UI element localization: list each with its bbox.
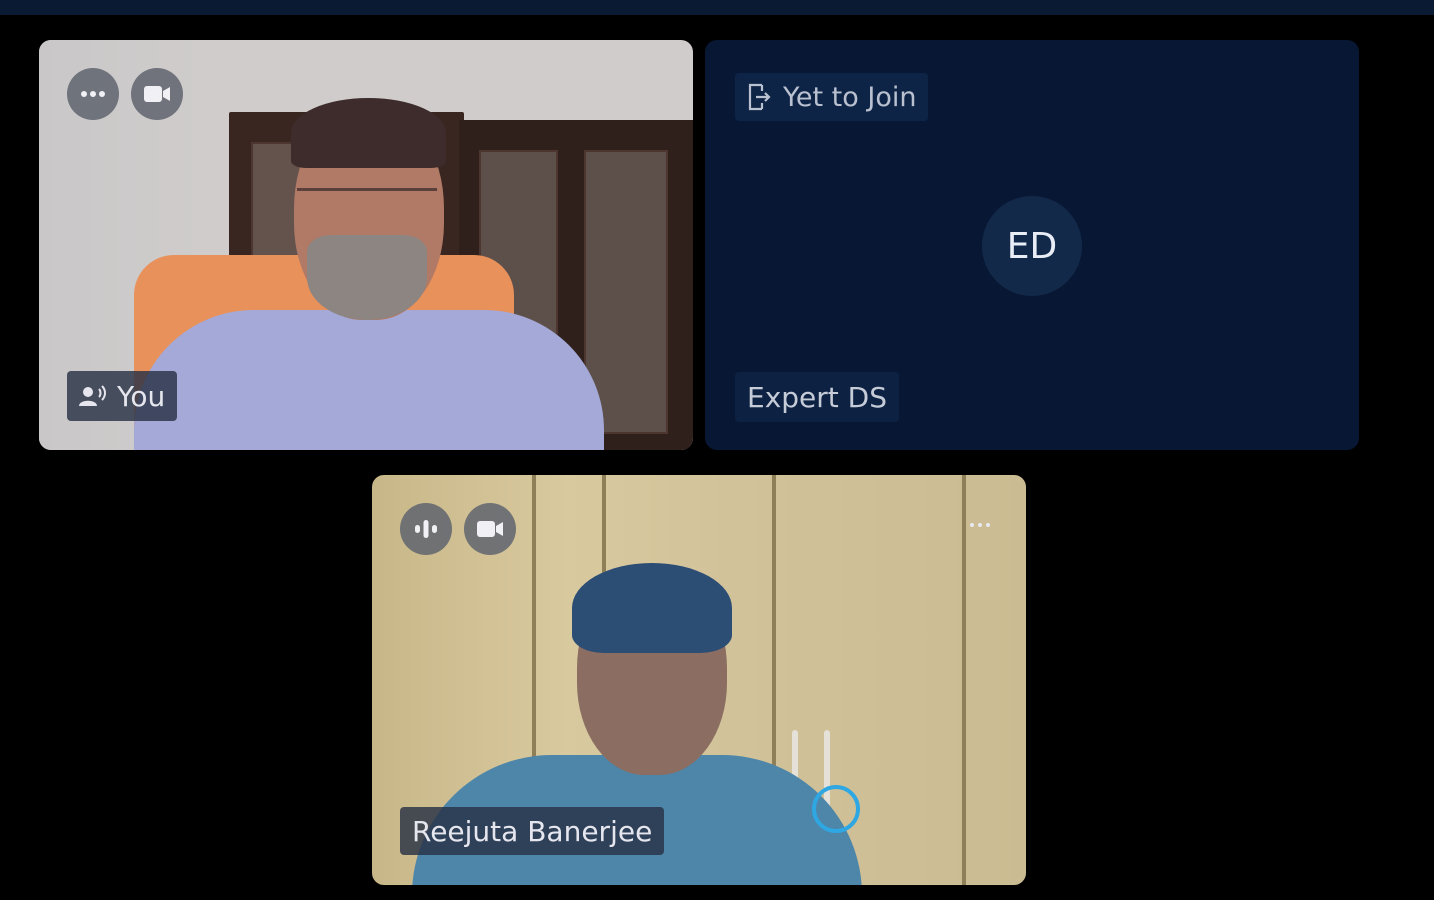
participant-name: You [117, 379, 166, 413]
camera-icon [144, 86, 170, 102]
more-options-button[interactable] [67, 68, 119, 120]
person-body [134, 310, 604, 450]
background-hanger [812, 785, 860, 833]
top-bar [0, 0, 1434, 15]
participant-name-label: You [67, 371, 178, 421]
camera-button[interactable] [464, 503, 516, 555]
person-hair [291, 98, 446, 168]
participant-name: Reejuta Banerjee [412, 814, 653, 848]
more-options-icon [81, 91, 105, 97]
audio-wave-icon [415, 520, 437, 538]
participant-name: Expert DS [747, 380, 887, 414]
person-glasses [297, 188, 437, 215]
speaking-icon [79, 385, 106, 406]
more-options-icon [970, 523, 974, 527]
video-tile-reejuta-banerjee[interactable]: Reejuta Banerjee [372, 475, 1026, 885]
participant-name-label: Expert DS [735, 372, 899, 422]
participant-name-label: Reejuta Banerjee [400, 807, 665, 855]
more-options-button[interactable] [970, 523, 990, 527]
join-status-badge: Yet to Join [735, 73, 929, 121]
audio-activity-button[interactable] [400, 503, 452, 555]
exit-door-icon [748, 83, 771, 111]
avatar-initials: ED [1006, 225, 1058, 267]
camera-button[interactable] [131, 68, 183, 120]
camera-icon [477, 521, 503, 537]
video-tile-you[interactable]: You [39, 40, 693, 450]
avatar: ED [982, 196, 1082, 296]
video-tile-expert-ds[interactable]: Yet to Join ED Expert DS [705, 40, 1359, 450]
person-beard [307, 235, 427, 320]
person-hair [572, 563, 732, 653]
join-status-text: Yet to Join [783, 81, 917, 113]
